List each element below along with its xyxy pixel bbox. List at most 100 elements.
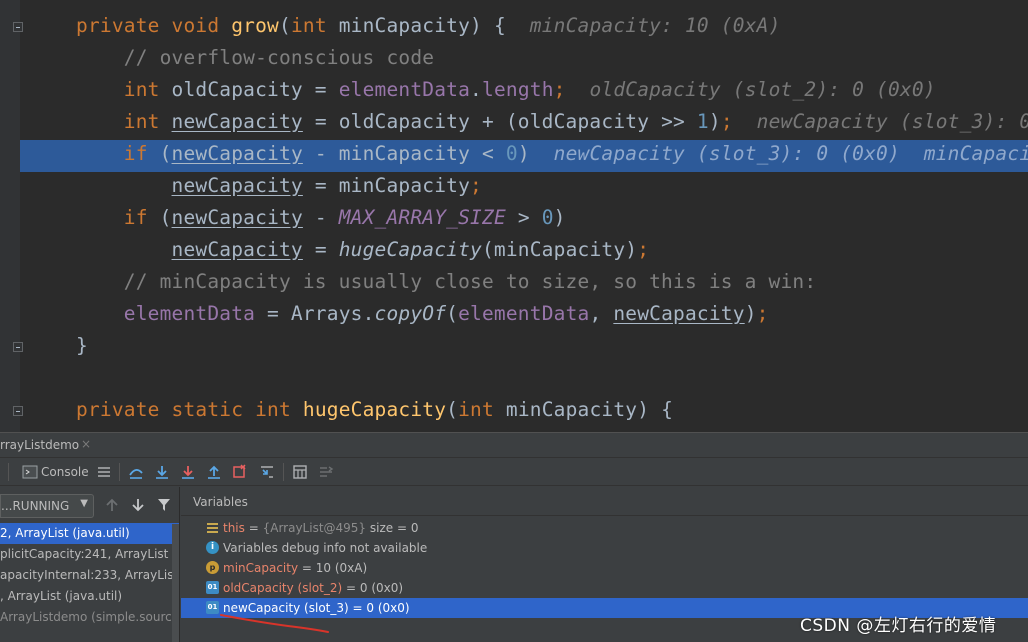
variable-name: this xyxy=(223,521,245,535)
console-icon[interactable] xyxy=(22,464,38,480)
code-token: elementData xyxy=(76,302,256,325)
code-token: = Arrays. xyxy=(255,302,375,325)
code-token: . xyxy=(470,78,482,101)
close-icon[interactable]: × xyxy=(81,437,91,451)
code-token: int xyxy=(76,78,172,101)
step-out-icon[interactable] xyxy=(206,464,222,480)
code-token: int xyxy=(458,398,506,421)
variable-name: minCapacity xyxy=(223,561,299,575)
variable-value: 0 (0x0) xyxy=(359,581,404,595)
variable-row[interactable]: this = {ArrayList@495} size = 0 xyxy=(181,518,1028,538)
code-token: 0 xyxy=(541,206,554,229)
code-line[interactable]: if (newCapacity - MAX_ARRAY_SIZE > 0) xyxy=(76,202,566,234)
frames-panel[interactable]: ...RUNNING ▼ 2, ArrayList (java.util) pli… xyxy=(0,487,180,642)
variable-value: {ArrayList@495} xyxy=(262,521,367,535)
filter-icon[interactable] xyxy=(157,497,171,513)
arrow-down-icon[interactable] xyxy=(131,497,145,513)
code-token: ; xyxy=(637,238,650,261)
code-token: grow xyxy=(231,14,279,37)
code-token: int xyxy=(290,14,339,37)
evaluate-expression-icon[interactable] xyxy=(292,464,308,480)
code-token: // minCapacity is usually close to size,… xyxy=(76,270,817,293)
code-token: private void xyxy=(76,14,232,37)
toolbar-separator xyxy=(283,463,284,481)
code-token: if xyxy=(76,142,160,165)
fold-marker-icon[interactable] xyxy=(13,342,23,352)
code-token: minCapacity) { xyxy=(505,398,674,421)
step-into-icon[interactable] xyxy=(180,464,196,480)
trace-stream-icon[interactable] xyxy=(318,464,334,480)
variable-name: oldCapacity (slot_2) xyxy=(223,581,343,595)
code-line[interactable]: elementData = Arrays.copyOf(elementData,… xyxy=(76,298,769,330)
fold-marker-icon[interactable] xyxy=(13,22,23,32)
stack-frame-row[interactable]: , ArrayList (java.util) xyxy=(0,586,179,607)
code-token: - xyxy=(302,206,339,229)
code-token: newCapacity xyxy=(613,302,745,325)
code-token: 0 xyxy=(505,142,518,165)
variable-row[interactable]: 01 oldCapacity (slot_2) = 0 (0x0) xyxy=(181,578,1028,598)
code-token: minCapacity) { xyxy=(338,14,530,37)
variables-header-divider xyxy=(181,515,1028,516)
chevron-down-icon: ▼ xyxy=(80,498,88,509)
code-token: elementData xyxy=(338,78,471,101)
variable-row[interactable]: p minCapacity = 10 (0xA) xyxy=(181,558,1028,578)
step-over-icon[interactable] xyxy=(154,464,170,480)
arrow-up-icon[interactable] xyxy=(105,497,119,513)
fold-marker-icon[interactable] xyxy=(13,406,23,416)
code-token: ( xyxy=(446,302,459,325)
stack-frame-row[interactable]: apacityInternal:233, ArrayList (ja xyxy=(0,565,179,586)
code-token: ; xyxy=(720,110,733,133)
code-token: - minCapacity < xyxy=(302,142,506,165)
code-token: if xyxy=(76,206,160,229)
code-line[interactable]: } xyxy=(76,330,88,362)
code-token: = xyxy=(302,238,339,261)
code-line[interactable]: int oldCapacity = elementData.length; ol… xyxy=(76,74,936,106)
console-tab[interactable]: Console xyxy=(41,465,89,479)
code-token: copyOf xyxy=(374,302,447,325)
code-token: length xyxy=(482,78,554,101)
code-line[interactable]: // overflow-conscious code xyxy=(76,42,434,74)
thread-selector[interactable]: ...RUNNING ▼ xyxy=(0,494,94,518)
menu-icon[interactable] xyxy=(96,464,112,480)
code-line[interactable]: private static int hugeCapacity(int minC… xyxy=(76,394,673,426)
csdn-watermark: CSDN @左灯右行的爱情 xyxy=(800,616,997,636)
frames-scrollbar[interactable] xyxy=(172,524,179,642)
code-editor[interactable]: private void grow(int minCapacity) { min… xyxy=(0,0,1028,432)
code-token: ) xyxy=(744,302,757,325)
code-token: = minCapacity xyxy=(302,174,471,197)
code-line[interactable]: newCapacity = hugeCapacity(minCapacity); xyxy=(76,234,649,266)
variable-row[interactable]: i Variables debug info not available xyxy=(181,538,1028,558)
variable-value: 0 (0x0) xyxy=(366,601,410,615)
code-token: hugeCapacity xyxy=(302,398,447,421)
stack-frame-row[interactable]: 2, ArrayList (java.util) xyxy=(0,523,179,544)
param-icon: p xyxy=(206,561,219,574)
code-token: } xyxy=(76,334,88,357)
show-execution-point-icon[interactable] xyxy=(128,464,144,480)
code-token: newCapacity xyxy=(171,110,303,133)
code-token: ( xyxy=(279,14,291,37)
code-token: MAX_ARRAY_SIZE xyxy=(338,206,506,229)
code-token: , xyxy=(589,302,614,325)
drop-frame-icon[interactable] xyxy=(232,464,248,480)
variable-equals: = xyxy=(244,521,263,535)
inline-debug-value: oldCapacity (slot_2): 0 (0x0) xyxy=(565,78,936,101)
stack-frame-row[interactable]: ArrayListdemo (simple.sourceC xyxy=(0,607,179,628)
inline-debug-value: newCapacity (slot_3): 0 xyxy=(732,110,1028,133)
code-line[interactable]: if (newCapacity - minCapacity < 0) newCa… xyxy=(76,138,1028,170)
toolbar-separator xyxy=(119,463,120,481)
code-token: ( xyxy=(159,206,172,229)
code-token: private static int xyxy=(76,398,303,421)
variable-equals: = xyxy=(342,581,360,595)
stack-frame-row[interactable]: plicitCapacity:241, ArrayList (ja xyxy=(0,544,179,565)
code-line[interactable]: newCapacity = minCapacity; xyxy=(76,170,482,202)
thread-selector-label: ...RUNNING xyxy=(1,499,70,513)
code-token: ( xyxy=(446,398,459,421)
code-line[interactable]: // minCapacity is usually close to size,… xyxy=(76,266,816,298)
code-line[interactable]: private void grow(int minCapacity) { min… xyxy=(76,10,781,42)
code-line[interactable]: int newCapacity = oldCapacity + (oldCapa… xyxy=(76,106,1028,138)
inline-debug-value: newCapacity (slot_3): 0 (0x0) minCapaci xyxy=(553,142,1028,165)
debug-session-tab[interactable]: rrayListdemo xyxy=(0,438,79,452)
run-to-cursor-icon[interactable] xyxy=(259,464,275,480)
code-token: ; xyxy=(470,174,482,197)
